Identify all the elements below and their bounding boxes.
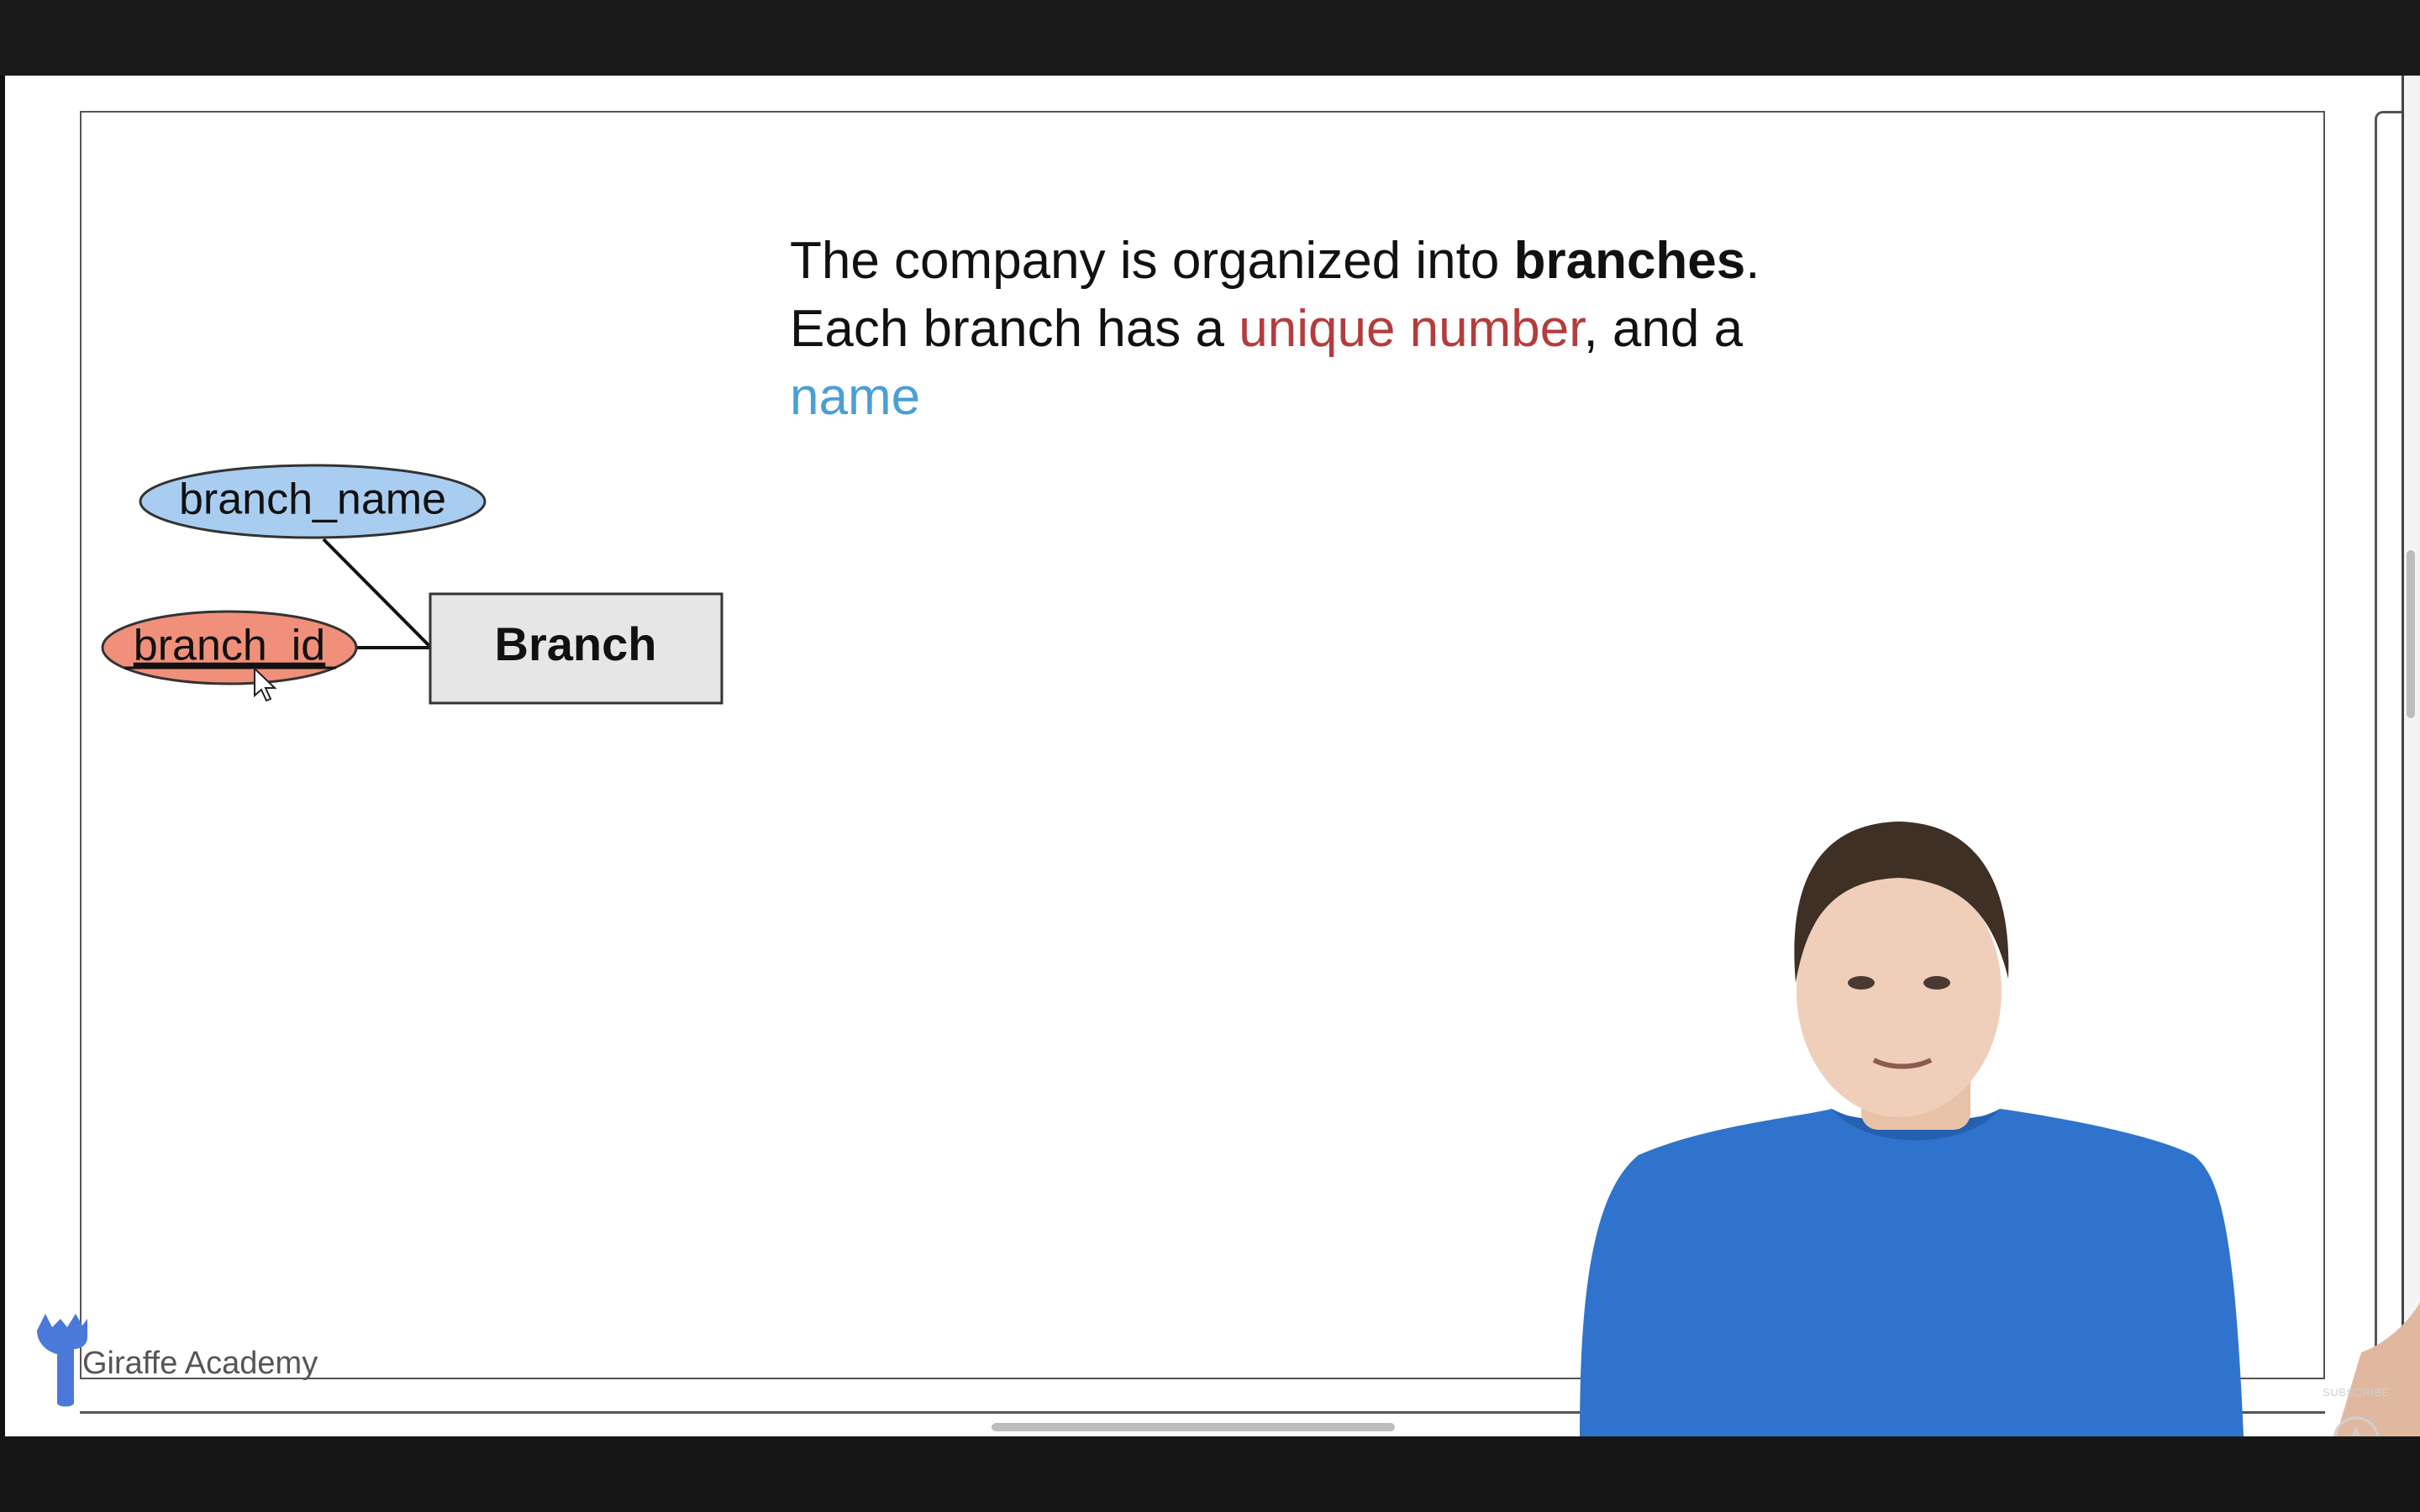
presenter-webcam <box>1580 822 2420 1436</box>
subscribe-logo-icon[interactable] <box>2319 1411 2393 1436</box>
attribute-branch-id-label: branch_id <box>134 622 325 670</box>
giraffe-icon <box>37 1314 87 1407</box>
presenter-shirt <box>1580 1109 2244 1436</box>
video-frame[interactable]: The company is organized into branches. … <box>0 76 2420 1436</box>
presenter-eye-right <box>1923 976 1950 990</box>
top-letterbox <box>0 0 2420 76</box>
attribute-branch-name-label: branch_name <box>179 475 446 524</box>
bottom-letterbox <box>0 1436 2420 1512</box>
brand-name: Giraffe Academy <box>82 1346 318 1381</box>
subscribe-label[interactable]: SUBSCRIBE <box>2321 1386 2391 1399</box>
presenter-eye-left <box>1848 976 1875 990</box>
entity-branch-label: Branch <box>495 617 657 670</box>
